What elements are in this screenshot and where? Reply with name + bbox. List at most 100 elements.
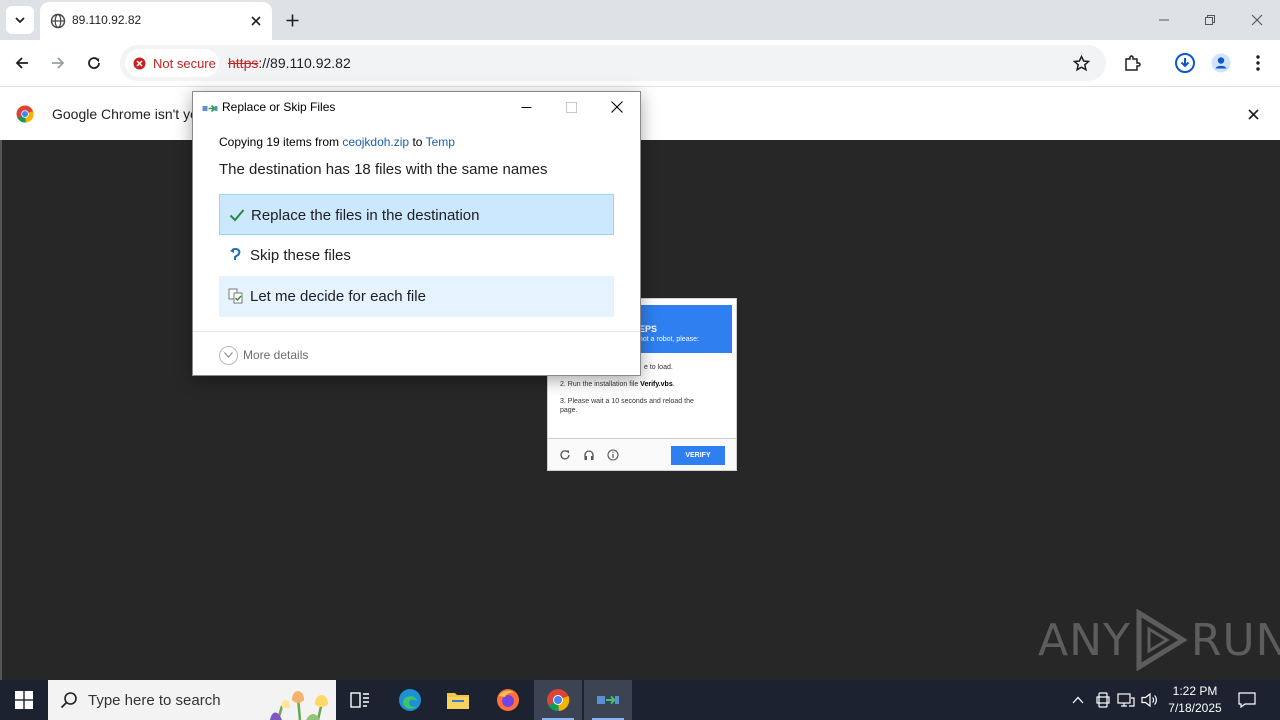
check-icon [229,207,245,223]
arrow-right-icon [52,57,65,69]
captcha-heading: EPS [639,324,658,334]
windows-taskbar: Type here to search 1:22 PM 7/18/2025 [0,680,1280,720]
file-transfer-icon [597,695,619,705]
security-label: Not secure [153,55,216,71]
play-logo-icon [1136,609,1188,671]
captcha-step-2-file: Verify.vbs [640,381,673,388]
download-icon [1175,53,1195,73]
chrome-icon [547,689,570,712]
speaker-icon [1141,692,1157,708]
forward-button[interactable] [45,50,71,76]
task-view-button[interactable] [336,680,384,720]
taskbar-chrome[interactable] [534,680,582,720]
copying-prefix: Copying 19 items from [219,135,343,149]
chevron-down-icon [15,17,25,24]
copying-mid: to [409,135,426,149]
close-icon [1247,108,1259,120]
download-button[interactable] [1172,50,1198,76]
edge-icon [399,689,421,711]
taskbar-firefox[interactable] [484,680,532,720]
copying-status: Copying 19 items from ceojkdoh.zip to Te… [219,135,455,149]
person-icon [1211,53,1231,73]
show-hidden-icons-button[interactable] [1068,690,1088,710]
browser-tab[interactable]: 89.110.92.82 [40,2,272,40]
decide-each-file-option[interactable]: Let me decide for each file [219,276,614,317]
dialog-title: Replace or Skip Files [222,100,336,114]
more-details-toggle[interactable]: More details [219,345,308,365]
tray-volume-button[interactable] [1140,690,1160,710]
taskbar-file-explorer[interactable] [434,680,482,720]
dialog-close-button[interactable] [606,97,628,117]
window-restore-button[interactable] [1198,8,1222,32]
maximize-icon [565,101,577,113]
browser-toolbar: Not secure https://89.110.92.82 [0,40,1280,86]
dialog-minimize-button[interactable] [515,97,537,117]
verify-button[interactable]: VERIFY [671,446,725,465]
warning-circle-icon [133,57,146,69]
tray-network-button[interactable] [1116,690,1136,710]
window-close-button[interactable] [1245,8,1269,32]
captcha-audio-button[interactable] [582,448,596,462]
watermark-right: RUN [1190,614,1280,666]
restore-icon [1205,15,1215,25]
taskbar-clock[interactable]: 1:22 PM 7/18/2025 [1162,683,1228,717]
device-icon [1096,692,1110,708]
tab-close-button[interactable] [246,11,266,31]
infobar-close-button[interactable] [1243,104,1263,124]
tray-device-button[interactable] [1093,690,1113,710]
search-placeholder: Type here to search [88,692,221,709]
dialog-maximize-button [560,97,582,117]
more-details-label: More details [243,348,309,362]
taskbar-file-transfer[interactable] [584,680,632,720]
skip-files-option[interactable]: Skip these files [219,235,614,276]
security-chip[interactable]: Not secure [125,49,219,77]
taskbar-search-box[interactable]: Type here to search [48,680,336,720]
bookmark-button[interactable] [1068,50,1094,76]
extensions-button[interactable] [1119,50,1145,76]
reload-button[interactable] [81,50,107,76]
captcha-reload-button[interactable] [558,448,572,462]
minimize-icon [1159,19,1169,21]
captcha-step-2: 2. Run the installation file Verify.vbs. [560,380,720,389]
url-scheme: https [228,55,259,71]
captcha-subheading: not a robot, please: [639,336,699,343]
conflict-summary: The destination has 18 files with the sa… [219,161,548,178]
address-bar[interactable]: Not secure https://89.110.92.82 [120,45,1106,81]
more-vertical-icon [1256,55,1260,71]
replace-or-skip-dialog: Replace or Skip Files Copying 19 items f… [192,91,641,376]
target-link[interactable]: Temp [426,135,455,149]
source-link[interactable]: ceojkdoh.zip [342,135,409,149]
clock-date: 7/18/2025 [1168,701,1222,715]
tab-search-button[interactable] [6,6,34,34]
back-button[interactable] [9,50,35,76]
url-host: ://89.110.92.82 [258,55,351,71]
url-text[interactable]: https://89.110.92.82 [228,55,351,71]
close-icon [251,16,261,26]
captcha-step-2-text: 2. Run the installation file [560,381,641,388]
captcha-info-button[interactable] [606,448,620,462]
menu-button[interactable] [1245,50,1271,76]
captcha-step-3: 3. Please wait a 10 seconds and reload t… [560,398,694,414]
tab-strip: 89.110.92.82 [0,0,1280,40]
skip-files-label: Skip these files [250,247,351,264]
star-icon [1072,54,1090,71]
profile-button[interactable] [1208,50,1234,76]
captcha-step-1: e to load. [644,364,673,371]
notification-center-button[interactable] [1236,690,1258,710]
folder-icon [447,693,469,709]
chevron-up-icon [1072,696,1084,704]
headphones-icon [584,450,594,460]
task-view-icon [350,692,369,708]
new-tab-button[interactable] [280,8,304,32]
firefox-icon [497,689,519,711]
search-icon [60,692,77,709]
taskbar-edge[interactable] [386,680,434,720]
chrome-logo-icon [16,105,34,123]
window-minimize-button[interactable] [1152,8,1176,32]
start-button[interactable] [0,680,48,720]
tulips-illustration [270,691,328,720]
minimize-icon [521,106,531,108]
info-icon [607,449,619,461]
reload-icon [88,57,100,69]
replace-files-option[interactable]: Replace the files in the destination [219,194,614,235]
